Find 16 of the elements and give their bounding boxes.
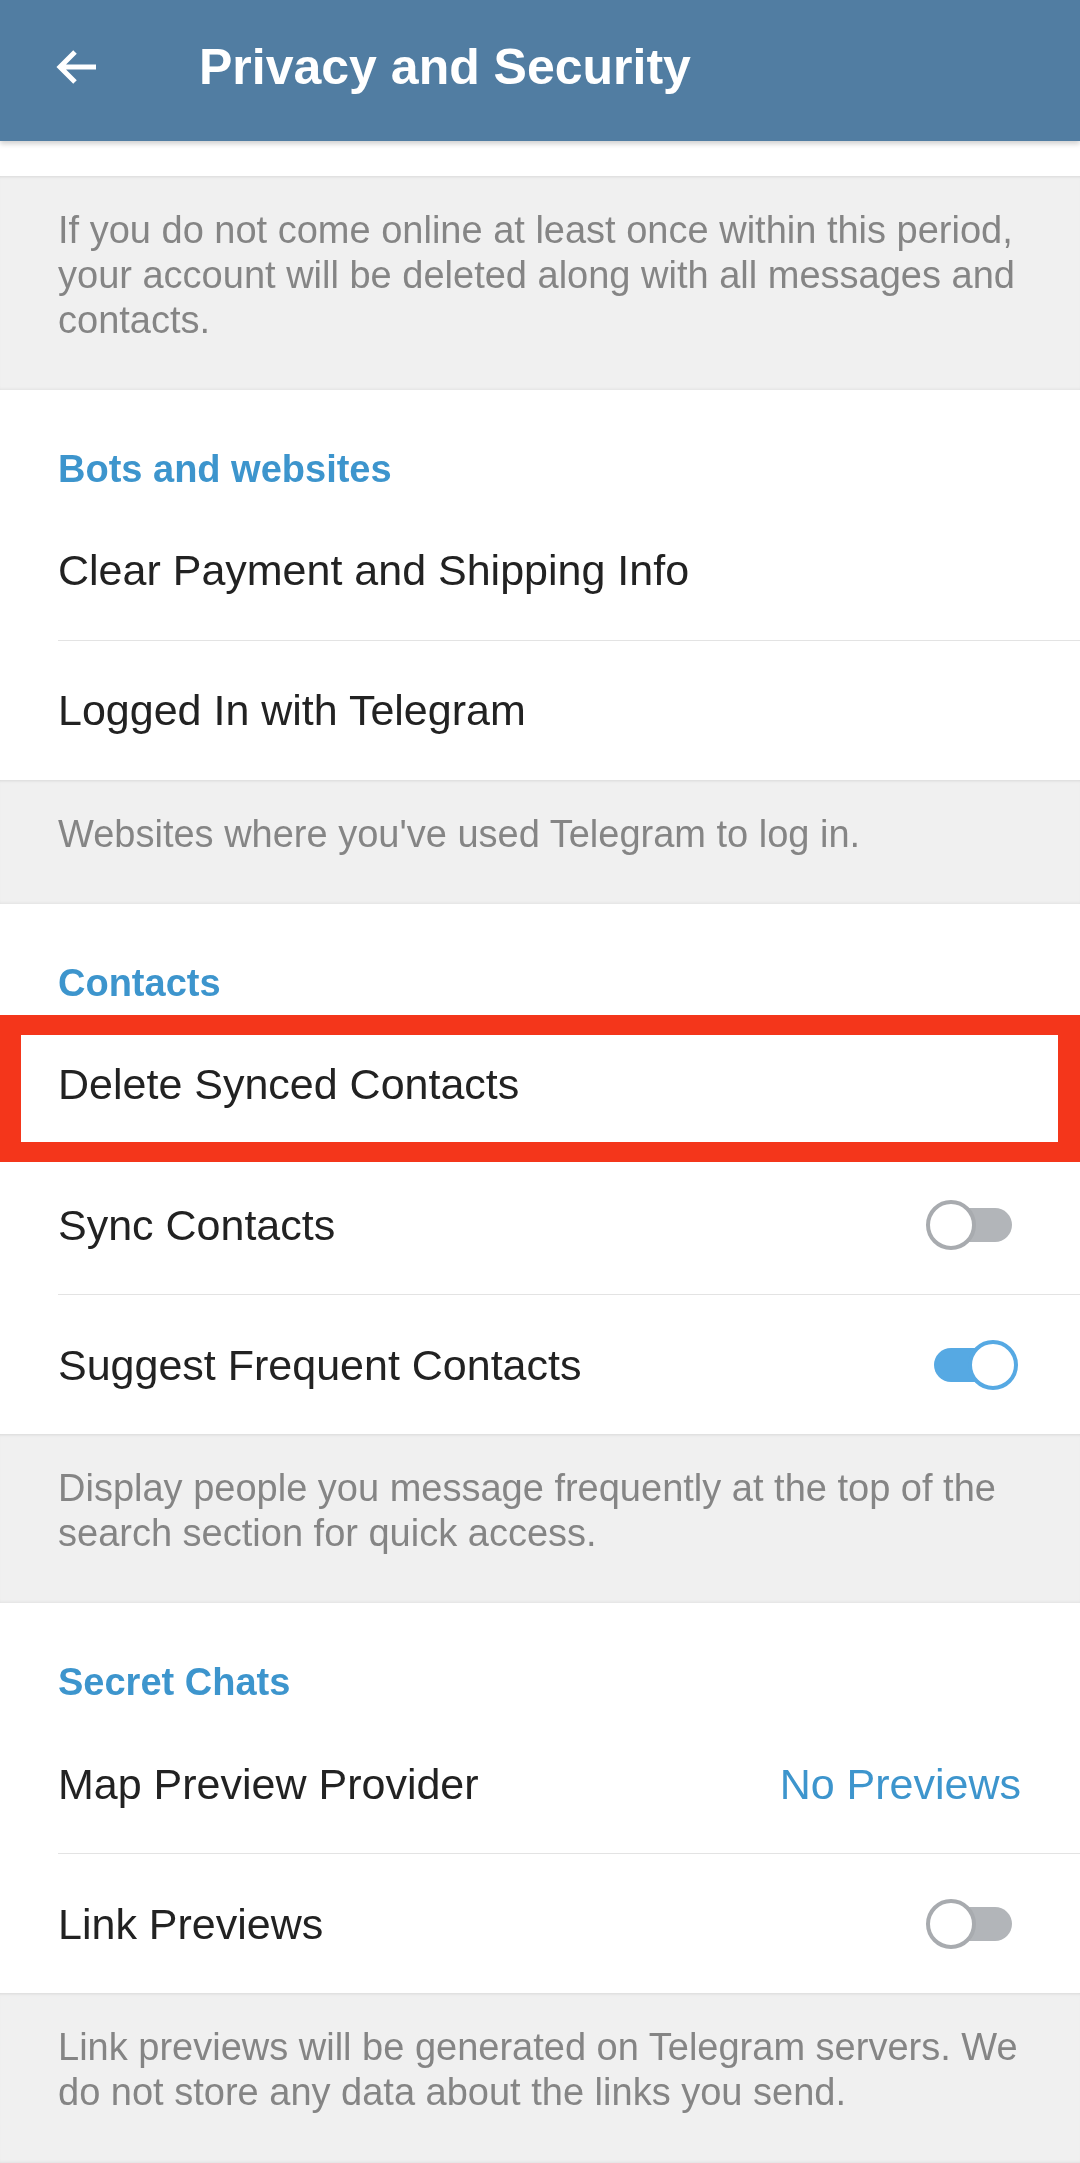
setting-label: Link Previews [58,1898,324,1949]
setting-label: Sync Contacts [58,1199,336,1250]
section-title: Contacts [58,961,221,1005]
section-title: Bots and websites [58,447,392,491]
back-arrow-icon[interactable] [55,48,97,85]
info-text: If you do not come online at least once within this period, your account will be deleted along with all messages and contacts. [58,208,1016,343]
screen-title: Privacy and Security [199,37,691,96]
setting-label: Map Preview Provider [58,1758,479,1809]
info-text: Link previews will be generated on Telegram servers. We do not store any data about the links you send. [58,2025,1019,2115]
settings-item[interactable]: Clear Payment and Shipping Info [0,501,1080,640]
section-title: Secret Chats [58,1660,291,1704]
settings-item[interactable]: Delete Synced Contacts [0,1015,1080,1154]
info-text: Display people you message frequently at the top of the search section for quick access. [58,1466,997,1556]
setting-label: Suggest Frequent Contacts [58,1339,582,1390]
info-text: Websites where you've used Telegram to log in. [58,812,862,857]
settings-item[interactable]: Logged In with Telegram [0,641,1080,780]
